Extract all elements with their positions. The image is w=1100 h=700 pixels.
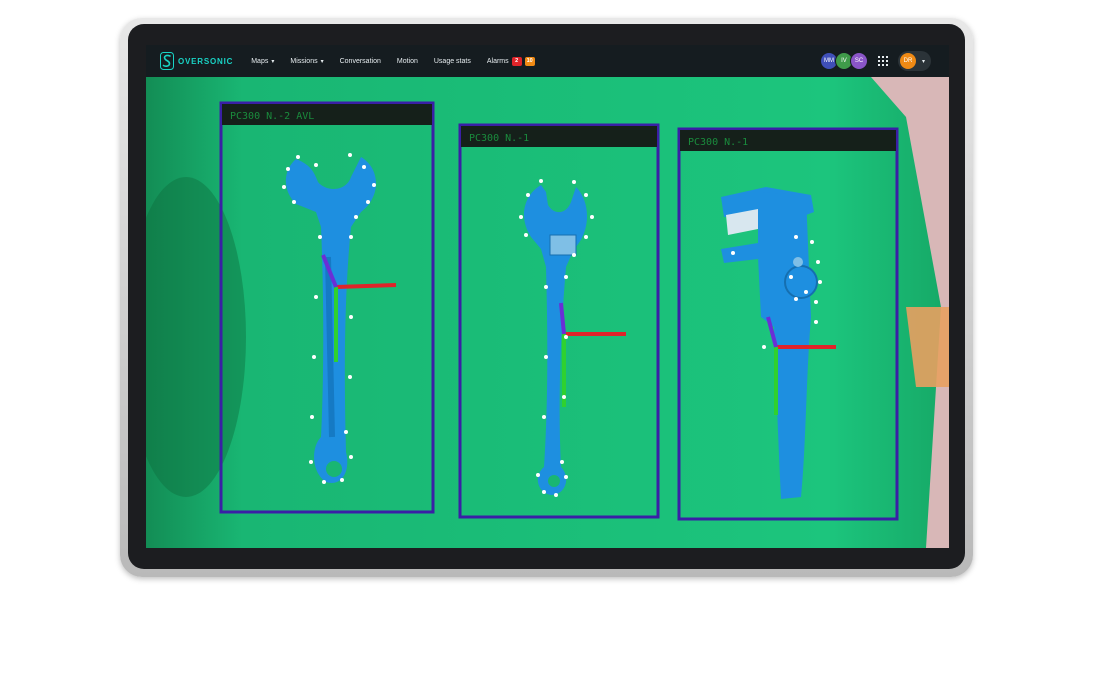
nav-right-group: MM IV SC DR ▾	[819, 51, 931, 71]
nav-alarms-label: Alarms	[486, 57, 509, 65]
alarm-badge-warning: 10	[524, 56, 535, 66]
chevron-down-icon: ▾	[320, 58, 324, 65]
detection-label-1: PC300 N.-2 AVL	[230, 111, 314, 122]
brand-logo[interactable]: OVERSONIC	[160, 52, 233, 70]
app-screen: OVERSONIC Maps ▾ Missions ▾ Conversation…	[146, 45, 949, 548]
nav-missions-label: Missions	[290, 57, 318, 65]
alarm-badge-critical: 2	[511, 56, 522, 66]
detection-label-2: PC300 N.-1	[469, 133, 529, 144]
detection-label-3: PC300 N.-1	[688, 137, 748, 148]
axis-x-1	[335, 283, 397, 289]
user-menu[interactable]: DR ▾	[897, 51, 931, 71]
nav-conversation[interactable]: Conversation	[340, 58, 381, 65]
avatar-current-user: DR	[899, 53, 916, 69]
nav-conversation-label: Conversation	[339, 57, 381, 65]
brand-name: OVERSONIC	[178, 56, 234, 66]
nav-alarms[interactable]: Alarms 2 10	[486, 56, 535, 66]
nav-maps[interactable]: Maps ▾	[251, 58, 274, 65]
chevron-down-icon: ▾	[921, 58, 925, 65]
nav-motion-label: Motion	[396, 57, 418, 65]
nav-motion[interactable]: Motion	[397, 58, 418, 65]
avatar-sc[interactable]: SC	[849, 52, 868, 70]
nav-usage-stats-label: Usage stats	[433, 57, 471, 65]
nav-maps-label: Maps	[251, 57, 269, 65]
camera-view: PC300 N.-2 AVL PC300 N.-1 PC300 N.-1	[146, 77, 949, 548]
chevron-down-icon: ▾	[271, 58, 275, 65]
nav-usage-stats[interactable]: Usage stats	[434, 58, 471, 65]
nav-missions[interactable]: Missions ▾	[290, 58, 323, 65]
top-navbar: OVERSONIC Maps ▾ Missions ▾ Conversation…	[146, 45, 949, 77]
apps-grid-icon[interactable]	[877, 56, 888, 66]
oversonic-logo-icon	[160, 52, 174, 70]
